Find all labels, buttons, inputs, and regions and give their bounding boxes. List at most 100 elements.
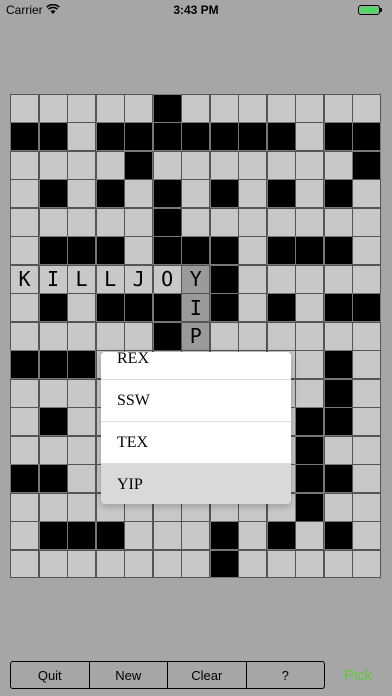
grid-cell[interactable] [238, 264, 268, 294]
grid-cell[interactable] [323, 435, 353, 465]
grid-cell[interactable] [124, 521, 154, 551]
help-button[interactable]: ? [247, 662, 325, 688]
grid-cell[interactable] [38, 378, 68, 408]
grid-cell[interactable]: I [38, 264, 68, 294]
grid-cell[interactable] [10, 94, 40, 123]
grid-cell[interactable] [266, 549, 296, 579]
grid-cell[interactable] [67, 435, 97, 465]
grid-cell[interactable] [67, 293, 97, 323]
grid-cell[interactable] [352, 179, 382, 209]
grid-cell[interactable] [238, 236, 268, 266]
quit-button[interactable]: Quit [11, 662, 90, 688]
grid-cell[interactable] [352, 549, 382, 579]
grid-cell[interactable] [181, 150, 211, 180]
grid-cell[interactable] [124, 321, 154, 351]
pick-button[interactable]: Pick [334, 661, 382, 689]
grid-cell[interactable] [238, 207, 268, 237]
grid-cell[interactable] [352, 378, 382, 408]
grid-cell[interactable] [266, 321, 296, 351]
grid-cell[interactable] [295, 207, 325, 237]
grid-cell[interactable] [38, 492, 68, 522]
grid-cell[interactable] [209, 150, 239, 180]
grid-cell[interactable] [67, 122, 97, 152]
grid-cell[interactable] [295, 378, 325, 408]
grid-cell[interactable] [352, 236, 382, 266]
grid-cell[interactable] [10, 378, 40, 408]
grid-cell[interactable] [67, 94, 97, 123]
grid-cell[interactable] [95, 150, 125, 180]
grid-cell[interactable] [124, 207, 154, 237]
grid-cell[interactable] [352, 350, 382, 380]
grid-cell[interactable] [352, 94, 382, 123]
grid-cell[interactable] [67, 464, 97, 494]
grid-cell[interactable]: O [152, 264, 182, 294]
grid-cell[interactable] [352, 435, 382, 465]
grid-cell[interactable]: K [10, 264, 40, 294]
picker-option[interactable]: YIP [101, 464, 291, 504]
grid-cell[interactable] [181, 521, 211, 551]
grid-cell[interactable] [295, 122, 325, 152]
grid-cell[interactable] [295, 179, 325, 209]
grid-cell[interactable] [238, 179, 268, 209]
grid-cell[interactable] [181, 207, 211, 237]
grid-cell[interactable] [181, 549, 211, 579]
grid-cell[interactable] [10, 293, 40, 323]
grid-cell[interactable] [67, 207, 97, 237]
grid-cell[interactable] [323, 94, 353, 123]
grid-cell[interactable] [352, 321, 382, 351]
grid-cell[interactable] [124, 94, 154, 123]
grid-cell[interactable] [238, 94, 268, 123]
picker-option[interactable]: TEX [101, 422, 291, 464]
grid-cell[interactable] [323, 150, 353, 180]
grid-cell[interactable] [238, 321, 268, 351]
grid-cell[interactable] [10, 521, 40, 551]
grid-cell[interactable] [352, 464, 382, 494]
grid-cell[interactable]: L [67, 264, 97, 294]
grid-cell[interactable] [10, 321, 40, 351]
grid-cell[interactable] [323, 264, 353, 294]
clear-button[interactable]: Clear [168, 662, 247, 688]
grid-cell[interactable] [238, 293, 268, 323]
grid-cell[interactable] [10, 207, 40, 237]
grid-cell[interactable] [95, 549, 125, 579]
grid-cell[interactable] [323, 549, 353, 579]
grid-cell[interactable] [152, 150, 182, 180]
grid-cell[interactable] [238, 150, 268, 180]
grid-cell[interactable] [67, 150, 97, 180]
grid-cell[interactable] [209, 207, 239, 237]
grid-cell[interactable] [352, 207, 382, 237]
grid-cell[interactable] [10, 435, 40, 465]
grid-cell[interactable] [266, 264, 296, 294]
grid-cell[interactable] [124, 549, 154, 579]
grid-cell[interactable] [295, 150, 325, 180]
grid-cell[interactable] [323, 321, 353, 351]
new-button[interactable]: New [90, 662, 168, 688]
grid-cell[interactable] [10, 492, 40, 522]
grid-cell[interactable]: I [181, 293, 211, 323]
grid-cell[interactable] [67, 179, 97, 209]
picker-option[interactable]: REX [101, 352, 291, 380]
grid-cell[interactable] [67, 492, 97, 522]
grid-cell[interactable] [238, 549, 268, 579]
grid-cell[interactable] [38, 435, 68, 465]
grid-cell[interactable] [10, 150, 40, 180]
grid-cell[interactable] [266, 150, 296, 180]
grid-cell[interactable] [67, 378, 97, 408]
grid-cell[interactable]: L [95, 264, 125, 294]
grid-cell[interactable] [95, 94, 125, 123]
grid-cell[interactable] [352, 521, 382, 551]
grid-cell[interactable]: Y [181, 264, 211, 294]
grid-cell[interactable] [38, 207, 68, 237]
grid-cell[interactable] [124, 179, 154, 209]
grid-cell[interactable] [295, 521, 325, 551]
grid-cell[interactable] [38, 150, 68, 180]
word-picker[interactable]: REX SSW TEX YIP [101, 352, 291, 504]
grid-cell[interactable] [352, 407, 382, 437]
grid-cell[interactable] [209, 94, 239, 123]
grid-cell[interactable] [95, 207, 125, 237]
grid-cell[interactable] [38, 321, 68, 351]
grid-cell[interactable] [95, 321, 125, 351]
grid-cell[interactable] [295, 321, 325, 351]
grid-cell[interactable] [152, 549, 182, 579]
grid-cell[interactable] [352, 264, 382, 294]
